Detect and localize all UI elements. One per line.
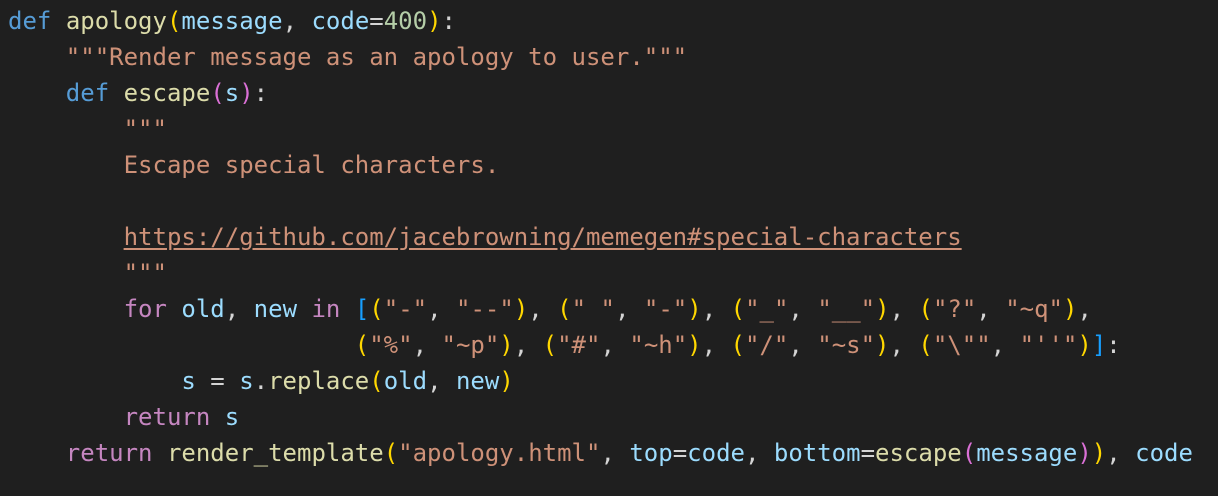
string-literal: "~h" — [629, 331, 688, 359]
var-s: s — [181, 367, 196, 395]
function-name: escape — [123, 79, 211, 107]
code-line-8: """ — [8, 255, 1193, 291]
equals: = — [195, 367, 240, 395]
string-literal: "~s" — [817, 331, 876, 359]
var-code: code — [687, 439, 745, 467]
code-line-2: """Render message as an apology to user.… — [8, 39, 1193, 75]
docstring-text: Escape special characters. — [123, 151, 500, 179]
function-escape: escape — [875, 439, 962, 467]
string-literal: "~p" — [441, 331, 500, 359]
function-name: apology — [65, 7, 167, 35]
function-render-template: render_template — [166, 439, 384, 467]
docstring-link[interactable]: https://github.com/jacebrowning/memegen#… — [124, 223, 962, 251]
colon: : — [253, 79, 269, 107]
keyword-return: return — [65, 439, 153, 467]
string-literal: "_" — [745, 295, 789, 323]
var-message: message — [976, 439, 1078, 467]
paren-close: ) — [239, 79, 254, 107]
code-line-13: return render_template("apology.html", t… — [65, 439, 1193, 467]
string-literal: "~q" — [1005, 295, 1063, 323]
kwarg-top: top — [629, 439, 673, 467]
var-code: code — [1135, 439, 1193, 467]
code-view[interactable]: def apology(message, code=400): """Rende… — [8, 3, 1193, 471]
docstring-close: """ — [123, 259, 167, 287]
string-literal: "__" — [817, 295, 876, 323]
paren-open: ( — [210, 79, 225, 107]
code-line-1: def apology(message, code=400): — [8, 3, 1193, 39]
code-line-9: for old, new in [("-", "--"), (" ", "-")… — [123, 295, 1092, 323]
string-literal: "%" — [369, 331, 413, 359]
string-literal: "?" — [932, 295, 977, 323]
string-literal: "''" — [1019, 331, 1078, 359]
comma: , — [282, 7, 312, 35]
equals: = — [369, 7, 384, 35]
string-literal: " " — [571, 295, 615, 323]
docstring-open: """ — [123, 115, 167, 143]
param-s: s — [224, 79, 240, 107]
code-line-4: """ — [8, 111, 1193, 147]
string-literal: "--" — [456, 295, 514, 323]
method-replace: replace — [268, 367, 370, 395]
param-code: code — [311, 7, 370, 35]
string-literal: "apology.html" — [398, 439, 601, 467]
keyword-for: for — [123, 295, 167, 323]
paren-open: ( — [166, 7, 182, 35]
var-new: new — [253, 295, 298, 323]
var-old: old — [383, 367, 428, 395]
string-literal: "#" — [557, 331, 601, 359]
keyword-def: def — [8, 7, 52, 35]
code-line-5: Escape special characters. — [8, 147, 1193, 183]
var-old: old — [181, 295, 225, 323]
code-line-3: def escape(s): — [8, 75, 1193, 111]
keyword-def: def — [65, 79, 110, 107]
docstring: """Render message as an apology to user.… — [65, 43, 688, 71]
string-literal: "-" — [643, 295, 688, 323]
param-message: message — [181, 7, 283, 35]
keyword-in: in — [311, 295, 341, 323]
string-literal: "-" — [383, 295, 428, 323]
colon: : — [441, 7, 456, 35]
code-line-10: ("%", "~p"), ("#", "~h"), ("/", "~s"), (… — [354, 331, 1121, 359]
paren-close: ) — [427, 7, 442, 35]
var-s: s — [224, 403, 240, 431]
var-new: new — [455, 367, 500, 395]
kwarg-bottom: bottom — [773, 439, 861, 467]
string-literal: "/" — [744, 331, 789, 359]
code-line-12: return s — [8, 399, 1193, 435]
dot: . — [253, 367, 269, 395]
code-line-7: https://github.com/jacebrowning/memegen#… — [8, 219, 1193, 255]
keyword-return: return — [123, 403, 211, 431]
var-s: s — [239, 367, 254, 395]
string-literal: "\"" — [932, 331, 991, 359]
code-line-11: s = s.replace(old, new) — [181, 367, 514, 395]
code-editor[interactable]: def apology(message, code=400): """Rende… — [0, 0, 1218, 496]
number-literal: 400 — [383, 7, 428, 35]
